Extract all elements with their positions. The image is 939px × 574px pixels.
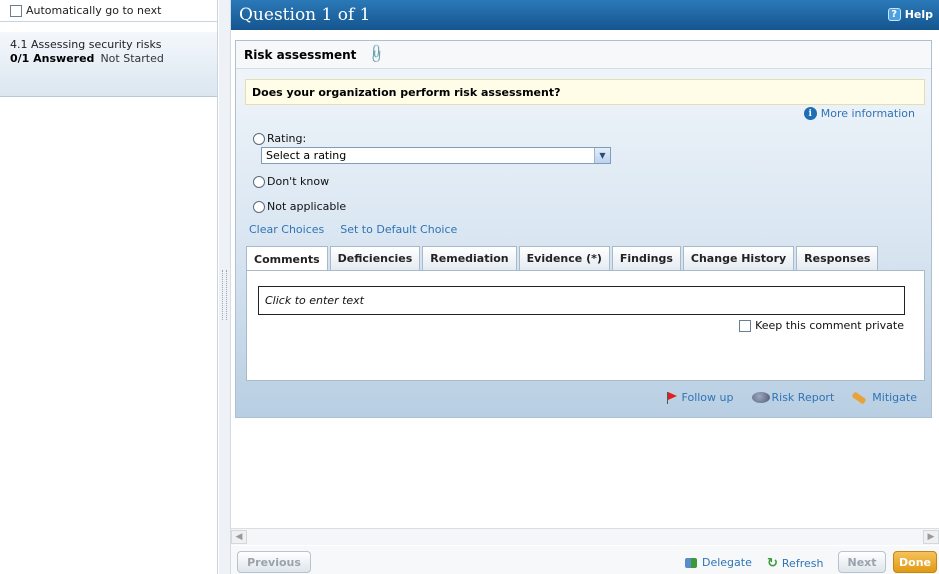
rating-option[interactable]: Rating: [253, 132, 306, 145]
refresh-label: Refresh [781, 557, 824, 570]
status-text: Not Started [100, 52, 164, 65]
scroll-left-icon[interactable]: ◀ [231, 530, 247, 544]
question-actions: Follow up Risk Report Mitigate [649, 391, 917, 404]
comment-input[interactable]: Click to enter text [258, 286, 905, 315]
bandage-icon [851, 391, 867, 404]
tab-findings[interactable]: Findings [611, 246, 681, 270]
question-header: Question 1 of 1 ? Help [231, 0, 939, 30]
follow-up-label: Follow up [681, 391, 734, 404]
help-icon: ? [887, 8, 901, 21]
bottom-navigation: Previous Delegate ↻ Refresh Next Done [231, 546, 939, 574]
info-icon: i [803, 107, 817, 120]
refresh-button[interactable]: ↻ Refresh [767, 556, 823, 571]
chevron-down-icon[interactable]: ▼ [594, 148, 610, 163]
flag-icon [666, 391, 677, 404]
tab-evidence[interactable]: Evidence (*) [518, 246, 610, 270]
delegate-icon [685, 557, 697, 568]
comments-tab-panel: Click to enter text Keep this comment pr… [246, 270, 925, 381]
left-panel: Automatically go to next 4.1 Assessing s… [0, 0, 218, 574]
more-information-link[interactable]: i More information [803, 107, 915, 120]
help-button[interactable]: ? Help [887, 8, 933, 21]
done-button[interactable]: Done [893, 551, 937, 573]
refresh-icon: ↻ [767, 556, 778, 571]
not-applicable-option[interactable]: Not applicable [253, 200, 346, 213]
question-list-item-status-row: 0/1 Answered Not Started [10, 52, 207, 65]
question-list-item[interactable]: 4.1 Assessing security risks 0/1 Answere… [0, 32, 217, 97]
tab-strip: Comments Deficiencies Remediation Eviden… [246, 246, 880, 271]
clear-choices-link[interactable]: Clear Choices [249, 223, 324, 236]
rating-radio[interactable] [253, 132, 265, 145]
section-title-bar: Risk assessment 📎 [236, 41, 931, 69]
splitter-grip[interactable] [222, 270, 227, 320]
scroll-right-icon[interactable]: ▶ [923, 530, 939, 544]
comment-placeholder: Click to enter text [265, 294, 364, 307]
auto-next-label: Automatically go to next [26, 4, 162, 17]
delegate-label: Delegate [702, 556, 752, 569]
tab-remediation[interactable]: Remediation [422, 246, 517, 270]
question-text: Does your organization perform risk asse… [245, 79, 925, 105]
not-applicable-label: Not applicable [267, 200, 347, 213]
dont-know-option[interactable]: Don't know [253, 175, 329, 188]
private-comment-checkbox[interactable] [739, 319, 752, 332]
not-applicable-radio[interactable] [253, 200, 265, 213]
tab-change-history[interactable]: Change History [682, 246, 795, 270]
rating-label: Rating: [267, 132, 307, 145]
next-button[interactable]: Next [838, 551, 886, 573]
question-list-item-title: 4.1 Assessing security risks [10, 38, 162, 51]
risk-report-icon [751, 392, 770, 403]
auto-next-row[interactable]: Automatically go to next [0, 0, 218, 22]
more-information-label: More information [820, 107, 915, 120]
mitigate-label: Mitigate [872, 391, 917, 404]
section-title: Risk assessment [244, 47, 357, 62]
delegate-button[interactable]: Delegate [685, 556, 752, 569]
answered-count: 0/1 Answered [10, 52, 95, 65]
risk-report-button[interactable]: Risk Report [751, 391, 835, 404]
mitigate-button[interactable]: Mitigate [851, 391, 917, 404]
dont-know-radio[interactable] [253, 175, 265, 188]
risk-report-label: Risk Report [771, 391, 835, 404]
panel-splitter[interactable] [219, 0, 231, 574]
private-comment-option[interactable]: Keep this comment private [739, 319, 904, 332]
dont-know-label: Don't know [267, 175, 330, 188]
help-label: Help [904, 8, 933, 21]
tab-deficiencies[interactable]: Deficiencies [329, 246, 421, 270]
choice-links: Clear Choices Set to Default Choice [249, 223, 473, 236]
page-title: Question 1 of 1 [239, 5, 371, 25]
set-default-choice-link[interactable]: Set to Default Choice [340, 223, 457, 236]
previous-button[interactable]: Previous [237, 551, 311, 573]
rating-select-value: Select a rating [266, 149, 347, 162]
paperclip-icon[interactable]: 📎 [365, 43, 387, 65]
horizontal-scrollbar[interactable]: ◀ ▶ [231, 528, 939, 545]
auto-next-checkbox[interactable] [10, 4, 22, 17]
question-panel: Risk assessment 📎 Does your organization… [235, 40, 932, 418]
tab-comments[interactable]: Comments [246, 246, 328, 271]
tab-responses[interactable]: Responses [796, 246, 879, 270]
rating-select[interactable]: Select a rating ▼ [261, 147, 611, 164]
private-comment-label: Keep this comment private [755, 319, 904, 332]
follow-up-button[interactable]: Follow up [666, 391, 734, 404]
